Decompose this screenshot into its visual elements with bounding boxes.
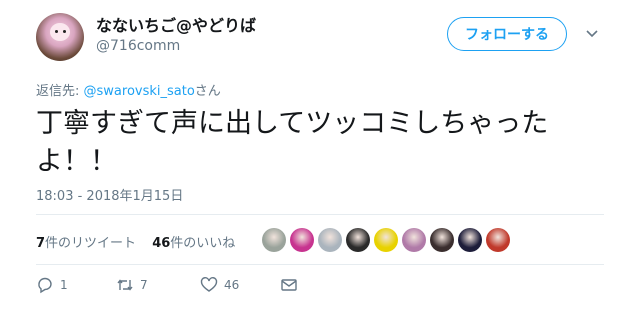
liker-avatar[interactable] (346, 228, 370, 252)
retweet-icon (117, 279, 133, 291)
avatar-eye-left (55, 30, 58, 33)
chevron-down-icon[interactable] (585, 26, 599, 40)
tweet-stats: 7件のリツイート 46件のいいね (36, 232, 235, 251)
display-name[interactable]: なないちご@やどりば (96, 12, 256, 36)
reply-suffix: さん (194, 84, 221, 99)
user-handle[interactable]: @716comm (96, 38, 180, 54)
direct-message-action[interactable] (280, 276, 298, 294)
like-stat-label: 件のいいね (170, 236, 236, 251)
retweet-count: 7 (140, 278, 148, 292)
retweet-action[interactable]: 7 (116, 276, 148, 294)
liker-avatar[interactable] (290, 228, 314, 252)
reply-context: 返信先: @swarovski_satoさん (36, 80, 221, 99)
retweet-stat[interactable]: 7件のリツイート (36, 236, 136, 251)
retweet-stat-label: 件のリツイート (45, 236, 137, 251)
reply-icon (38, 277, 52, 294)
liker-avatar[interactable] (430, 228, 454, 252)
reply-mention-link[interactable]: @swarovski_sato (84, 84, 195, 99)
like-count: 46 (224, 278, 240, 292)
liker-avatars (262, 228, 510, 252)
liker-avatar[interactable] (318, 228, 342, 252)
retweet-stat-count: 7 (36, 236, 46, 251)
user-avatar[interactable] (36, 13, 84, 61)
liker-avatar[interactable] (402, 228, 426, 252)
reply-count: 1 (60, 278, 68, 292)
avatar-eye-right (63, 30, 66, 33)
like-stat-count: 46 (152, 236, 171, 251)
follow-button[interactable]: フォローする (447, 17, 567, 51)
divider-top (36, 214, 604, 215)
heart-icon (200, 277, 218, 292)
liker-avatar[interactable] (374, 228, 398, 252)
mail-icon (281, 279, 297, 291)
reply-action[interactable]: 1 (36, 276, 68, 294)
like-action[interactable]: 46 (200, 276, 239, 294)
divider-bottom (36, 264, 604, 265)
liker-avatar[interactable] (262, 228, 286, 252)
avatar-face (50, 23, 70, 41)
like-stat[interactable]: 46件のいいね (152, 236, 235, 251)
tweet-text: 丁寧すぎて声に出してツッコミしちゃったよ！！ (36, 108, 549, 177)
reply-prefix: 返信先: (36, 84, 84, 99)
liker-avatar[interactable] (458, 228, 482, 252)
tweet-timestamp[interactable]: 18:03 - 2018年1月15日 (36, 185, 183, 204)
liker-avatar[interactable] (486, 228, 510, 252)
